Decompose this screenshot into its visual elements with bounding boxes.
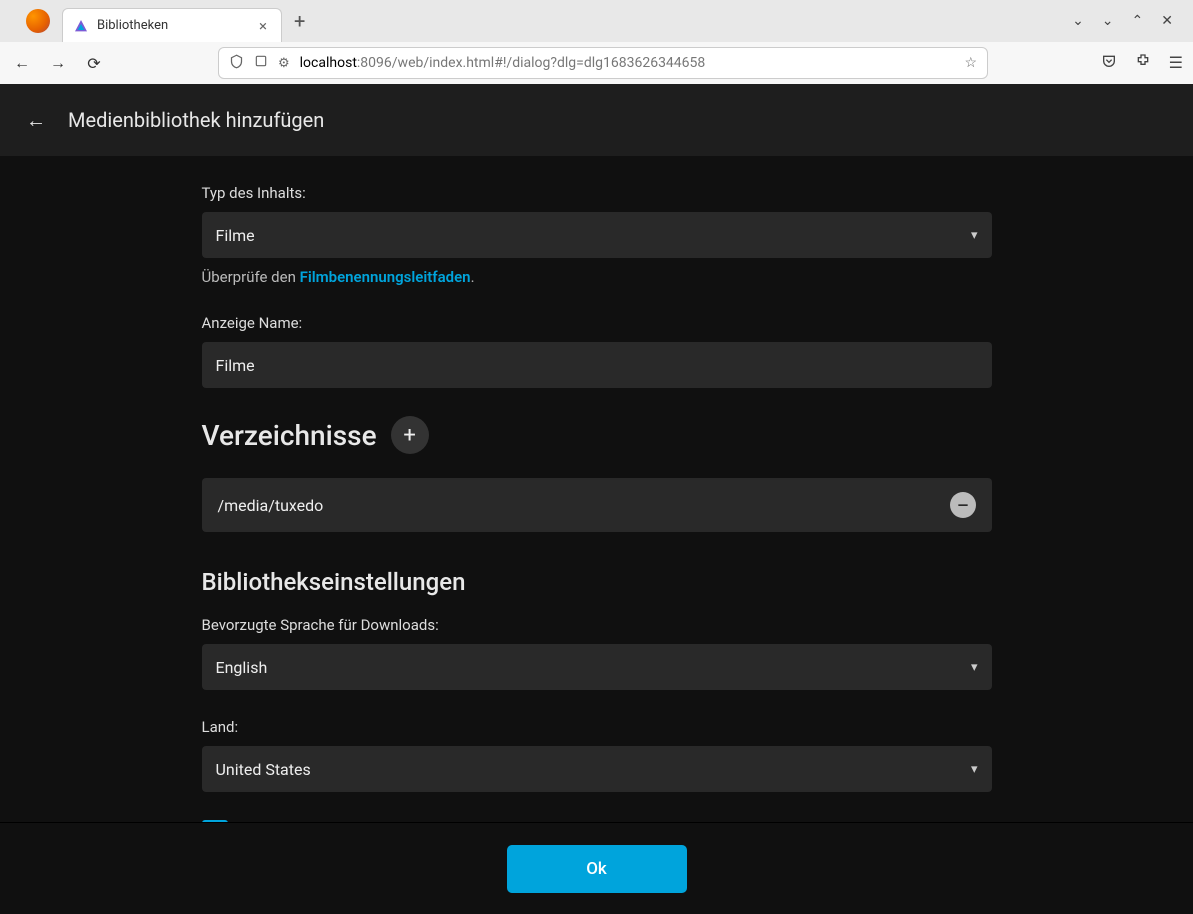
tabs-dropdown-icon[interactable]: ⌄ — [1072, 13, 1084, 29]
display-name-input[interactable]: Filme — [202, 342, 992, 388]
country-select[interactable]: United States ▾ — [202, 746, 992, 792]
library-form: Typ des Inhalts: Filme ▾ Überprüfe den F… — [202, 184, 992, 846]
url-text: localhost:8096/web/index.html#!/dialog?d… — [300, 55, 706, 71]
browser-toolbar: ← → ⟳ ⚙ localhost:8096/web/index.html#!/… — [0, 42, 1193, 84]
chevron-down-icon: ▾ — [971, 660, 978, 675]
content-type-label: Typ des Inhalts: — [202, 184, 992, 202]
dialog-body: Typ des Inhalts: Filme ▾ Überprüfe den F… — [0, 156, 1193, 914]
language-field: Bevorzugte Sprache für Downloads: Englis… — [202, 616, 992, 690]
forward-icon[interactable]: → — [46, 51, 70, 75]
toolbar-right: ☰ — [1101, 53, 1183, 73]
content-type-field: Typ des Inhalts: Filme ▾ Überprüfe den F… — [202, 184, 992, 286]
language-value: English — [216, 658, 268, 677]
content-type-select[interactable]: Filme ▾ — [202, 212, 992, 258]
add-library-dialog: ← Medienbibliothek hinzufügen Typ des In… — [0, 84, 1193, 914]
shield-icon[interactable] — [229, 54, 244, 73]
browser-chrome: Bibliotheken × + ⌄ ⌄ ⌃ ✕ ← → ⟳ ⚙ localho… — [0, 0, 1193, 85]
back-icon[interactable]: ← — [10, 51, 34, 75]
dialog-back-button[interactable]: ← — [20, 104, 52, 136]
tab-close-icon[interactable]: × — [255, 17, 271, 35]
browser-tab[interactable]: Bibliotheken × — [62, 8, 282, 42]
country-value: United States — [216, 760, 311, 779]
tab-title: Bibliotheken — [97, 18, 255, 33]
library-settings-heading: Bibliothekseinstellungen — [202, 568, 992, 596]
chevron-down-icon: ▾ — [971, 228, 978, 243]
jellyfin-favicon-icon — [73, 18, 89, 34]
dialog-title: Medienbibliothek hinzufügen — [68, 108, 324, 132]
folder-path: /media/tuxedo — [218, 496, 950, 515]
content-type-value: Filme — [216, 226, 255, 245]
permissions-icon[interactable]: ⚙ — [278, 56, 290, 71]
dialog-footer: Ok — [0, 822, 1193, 914]
display-name-field: Anzeige Name: Filme — [202, 314, 992, 388]
ok-button[interactable]: Ok — [507, 845, 687, 893]
add-folder-button[interactable]: + — [391, 416, 429, 454]
page-info-icon[interactable] — [254, 54, 268, 72]
url-bar[interactable]: ⚙ localhost:8096/web/index.html#!/dialog… — [218, 47, 988, 79]
country-field: Land: United States ▾ — [202, 718, 992, 792]
pocket-icon[interactable] — [1101, 53, 1117, 73]
extensions-icon[interactable] — [1135, 53, 1151, 73]
tab-bar: Bibliotheken × + ⌄ ⌄ ⌃ ✕ — [0, 0, 1193, 42]
language-label: Bevorzugte Sprache für Downloads: — [202, 616, 992, 634]
language-select[interactable]: English ▾ — [202, 644, 992, 690]
remove-folder-button[interactable] — [950, 492, 976, 518]
new-tab-button[interactable]: + — [282, 9, 317, 33]
menu-icon[interactable]: ☰ — [1169, 53, 1183, 73]
minimize-icon[interactable]: ⌄ — [1102, 13, 1114, 29]
naming-hint: Überprüfe den Filmbenennungsleitfaden. — [202, 268, 992, 286]
chevron-down-icon: ▾ — [971, 762, 978, 777]
naming-guide-link[interactable]: Filmbenennungsleitfaden — [300, 268, 471, 286]
firefox-logo-icon — [26, 9, 50, 33]
country-label: Land: — [202, 718, 992, 736]
reload-icon[interactable]: ⟳ — [82, 51, 106, 75]
dialog-header: ← Medienbibliothek hinzufügen — [0, 84, 1193, 156]
maximize-icon[interactable]: ⌃ — [1132, 13, 1144, 29]
bookmark-star-icon[interactable]: ☆ — [964, 55, 977, 71]
folder-row: /media/tuxedo — [202, 478, 992, 532]
folders-section-head: Verzeichnisse + — [202, 416, 992, 454]
close-window-icon[interactable]: ✕ — [1161, 13, 1173, 29]
folders-heading: Verzeichnisse — [202, 419, 377, 452]
display-name-label: Anzeige Name: — [202, 314, 992, 332]
window-controls: ⌄ ⌄ ⌃ ✕ — [1072, 13, 1185, 29]
